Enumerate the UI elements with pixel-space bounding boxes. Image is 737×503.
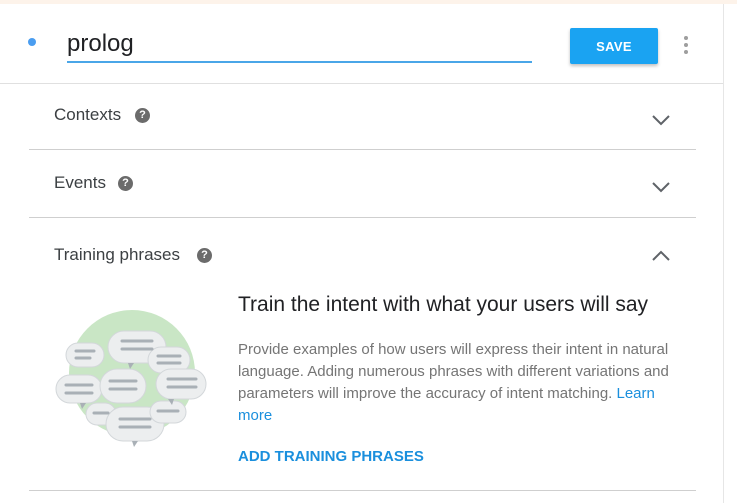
chevron-down-icon[interactable] (651, 114, 671, 126)
intent-name-input[interactable] (67, 27, 532, 63)
status-dot-icon (28, 38, 36, 46)
training-empty-heading: Train the intent with what your users wi… (238, 293, 649, 316)
training-phrases-section-header[interactable]: Training phrases ? (29, 218, 696, 285)
chat-bubbles-illustration (55, 310, 207, 447)
add-training-phrases-button[interactable]: ADD TRAINING PHRASES (238, 448, 424, 465)
save-button[interactable]: SAVE (570, 28, 658, 64)
help-icon[interactable]: ? (197, 248, 212, 263)
help-icon[interactable]: ? (118, 176, 133, 191)
scroll-divider (723, 4, 724, 503)
chevron-up-icon[interactable] (651, 250, 671, 262)
chevron-down-icon[interactable] (651, 181, 671, 193)
description-text: Provide examples of how users will expre… (238, 341, 669, 402)
contexts-title: Contexts (54, 105, 122, 124)
events-section-header[interactable]: Events ? (29, 150, 696, 217)
intent-editor-page: SAVE Contexts ? Events ? Training phra (0, 0, 737, 503)
more-vert-icon[interactable] (679, 34, 693, 56)
intent-header: SAVE (0, 4, 723, 84)
events-title: Events (54, 173, 106, 192)
contexts-section-header[interactable]: Contexts ? (29, 83, 696, 150)
contexts-section: Contexts ? (29, 83, 696, 150)
help-icon[interactable]: ? (135, 108, 150, 123)
training-phrases-title: Training phrases (54, 245, 180, 264)
events-section: Events ? (29, 150, 696, 218)
training-empty-description: Provide examples of how users will expre… (238, 339, 683, 427)
